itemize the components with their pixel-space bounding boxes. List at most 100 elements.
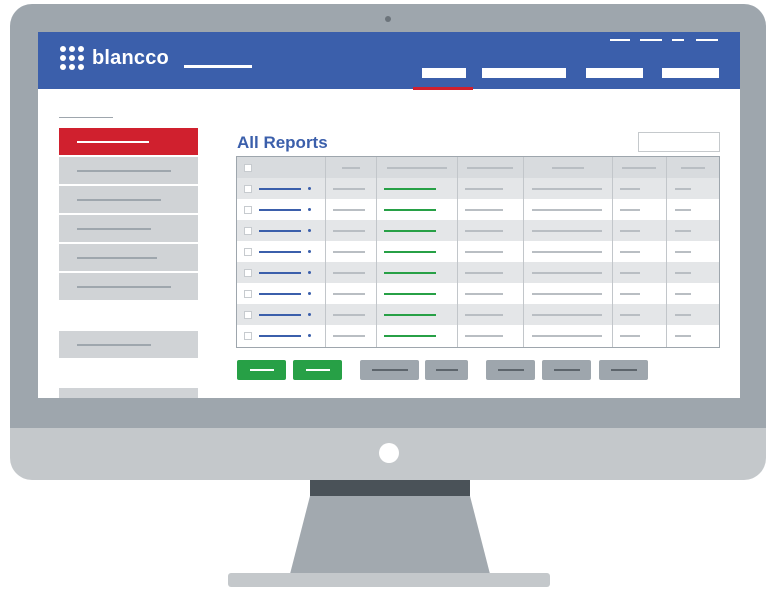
sidebar-item-6[interactable]: [59, 273, 198, 300]
table-cell: [333, 293, 365, 295]
power-button-icon[interactable]: [379, 443, 399, 463]
report-link[interactable]: [259, 209, 301, 211]
row-checkbox[interactable]: [244, 248, 252, 256]
table-cell: [333, 251, 365, 253]
table-cell: [675, 251, 691, 253]
column-divider: [523, 157, 524, 347]
row-checkbox[interactable]: [244, 332, 252, 340]
nav-item-3[interactable]: [586, 68, 643, 78]
table-row[interactable]: [237, 262, 719, 283]
table-cell: [465, 314, 503, 316]
secondary-action-2-button[interactable]: [425, 360, 468, 380]
util-link-4[interactable]: [696, 39, 718, 41]
row-checkbox[interactable]: [244, 185, 252, 193]
status-dot: [308, 250, 311, 253]
status-dot: [308, 208, 311, 211]
stand-neck: [310, 480, 470, 496]
status-cell: [384, 272, 436, 274]
table-cell: [675, 188, 691, 190]
table-cell: [465, 251, 503, 253]
nav-item-4[interactable]: [662, 68, 719, 78]
row-checkbox[interactable]: [244, 311, 252, 319]
table-row[interactable]: [237, 325, 719, 346]
sidebar-item-8[interactable]: [59, 388, 198, 398]
table-row[interactable]: [237, 220, 719, 241]
table-cell: [333, 188, 365, 190]
util-link-3[interactable]: [672, 39, 684, 41]
status-cell: [384, 335, 436, 337]
secondary-action-4-button[interactable]: [542, 360, 591, 380]
table-header-row: [237, 157, 719, 178]
table-cell: [465, 335, 503, 337]
table-cell: [532, 293, 602, 295]
column-header[interactable]: [551, 167, 584, 169]
report-link[interactable]: [259, 293, 301, 295]
brand-subtitle-placeholder: [184, 65, 252, 68]
table-cell: [532, 230, 602, 232]
report-link[interactable]: [259, 272, 301, 274]
sidebar-item-all-reports[interactable]: [59, 128, 198, 155]
table-cell: [333, 272, 365, 274]
column-header[interactable]: [467, 167, 513, 169]
sidebar-item-7[interactable]: [59, 331, 198, 358]
sidebar-item-2[interactable]: [59, 157, 198, 184]
secondary-action-1-button[interactable]: [360, 360, 419, 380]
brand-name: blancco: [92, 47, 169, 69]
select-all-checkbox[interactable]: [244, 164, 252, 172]
status-dot: [308, 229, 311, 232]
row-checkbox[interactable]: [244, 290, 252, 298]
status-cell: [384, 251, 436, 253]
status-cell: [384, 188, 436, 190]
util-link-1[interactable]: [610, 39, 630, 41]
report-link[interactable]: [259, 251, 301, 253]
screen: blancco All Reports: [38, 32, 740, 398]
monitor-stand: [290, 496, 490, 574]
table-cell: [465, 209, 503, 211]
column-header[interactable]: [386, 167, 447, 169]
table-cell: [620, 335, 640, 337]
table-row[interactable]: [237, 199, 719, 220]
report-link[interactable]: [259, 230, 301, 232]
table-cell: [532, 188, 602, 190]
table-cell: [675, 293, 691, 295]
app-header: blancco: [38, 32, 740, 90]
status-dot: [308, 334, 311, 337]
table-cell: [333, 314, 365, 316]
secondary-action-3-button[interactable]: [486, 360, 535, 380]
active-nav-indicator: [413, 87, 473, 90]
status-dot: [308, 292, 311, 295]
status-dot: [308, 187, 311, 190]
column-divider: [325, 157, 326, 347]
table-row[interactable]: [237, 241, 719, 262]
reports-table: [236, 156, 720, 348]
table-cell: [675, 314, 691, 316]
report-link[interactable]: [259, 314, 301, 316]
row-checkbox[interactable]: [244, 269, 252, 277]
table-row[interactable]: [237, 304, 719, 325]
report-link[interactable]: [259, 188, 301, 190]
primary-action-1-button[interactable]: [237, 360, 286, 380]
secondary-action-5-button[interactable]: [599, 360, 648, 380]
sidebar-item-4[interactable]: [59, 215, 198, 242]
status-dot: [308, 271, 311, 274]
search-input[interactable]: [638, 132, 720, 152]
table-cell: [620, 314, 640, 316]
sidebar-item-3[interactable]: [59, 186, 198, 213]
primary-action-2-button[interactable]: [293, 360, 342, 380]
stand-foot: [228, 573, 550, 587]
row-checkbox[interactable]: [244, 227, 252, 235]
page-title: All Reports: [237, 133, 328, 152]
nav-item-reports[interactable]: [422, 68, 466, 78]
util-link-2[interactable]: [640, 39, 662, 41]
column-divider: [666, 157, 667, 347]
column-header[interactable]: [680, 167, 705, 169]
column-header[interactable]: [341, 167, 360, 169]
column-header[interactable]: [622, 167, 656, 169]
nav-item-2[interactable]: [482, 68, 566, 78]
row-checkbox[interactable]: [244, 206, 252, 214]
blancco-dots-logo: [60, 46, 84, 72]
sidebar-item-5[interactable]: [59, 244, 198, 271]
table-row[interactable]: [237, 178, 719, 199]
table-row[interactable]: [237, 283, 719, 304]
report-link[interactable]: [259, 335, 301, 337]
